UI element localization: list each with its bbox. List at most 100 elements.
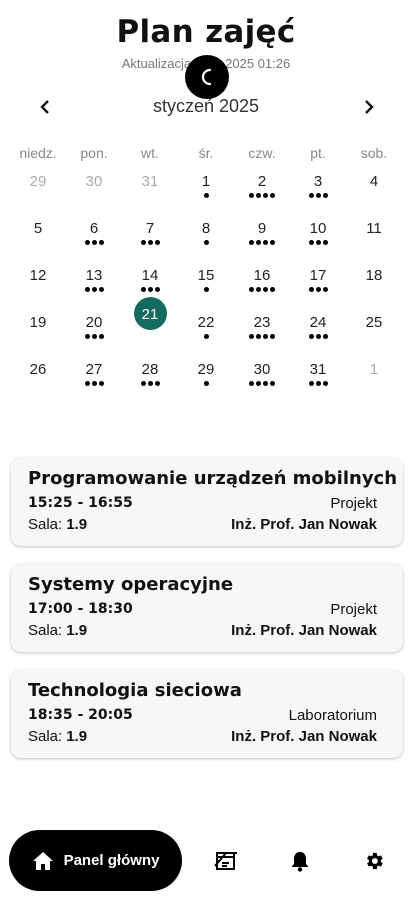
- event-dot: [154, 381, 160, 386]
- home-nav-button[interactable]: Panel główny: [9, 830, 182, 891]
- event-dot: [322, 334, 328, 339]
- class-card[interactable]: Technologia sieciowa 18:35 - 20:05 Labor…: [11, 670, 403, 758]
- weekday-label: wt.: [141, 145, 159, 161]
- month-label: styczeń 2025: [152, 96, 260, 116]
- event-dot: [98, 334, 104, 339]
- calendar-day[interactable]: 1: [178, 164, 234, 211]
- weekday-label: czw.: [248, 145, 276, 161]
- event-dot: [154, 287, 160, 292]
- settings-nav-button[interactable]: [361, 848, 387, 874]
- class-title: Programowanie urządzeń mobilnych: [28, 468, 398, 489]
- event-dot: [91, 334, 97, 339]
- calendar-day[interactable]: 9: [234, 211, 290, 258]
- calendar-day[interactable]: 24: [290, 305, 346, 352]
- calendar-day[interactable]: 30: [234, 352, 290, 399]
- day-number: 2: [257, 173, 267, 190]
- class-card[interactable]: Systemy operacyjne 17:00 - 18:30 Projekt…: [11, 564, 403, 652]
- calendar-day[interactable]: 26: [10, 352, 66, 399]
- day-number: 20: [85, 314, 103, 331]
- calendar-day[interactable]: 16: [234, 258, 290, 305]
- event-dot: [270, 287, 275, 292]
- calendar-week: 5 6 7 8 9 10 11: [10, 211, 402, 258]
- event-dot: [249, 334, 254, 339]
- room-label: Sala:: [28, 516, 63, 533]
- day-number: 27: [85, 361, 103, 378]
- event-dot: [84, 381, 90, 386]
- calendar-day[interactable]: 22: [178, 305, 234, 352]
- calendar-grid: 29 30 31 1 2 3 4 5 6 7 8 9 10 11 12 13 14 15 16 17 18 19 20 21 2…: [10, 164, 402, 399]
- event-indicator-dots: [290, 334, 346, 339]
- weekday-header: niedz. pon. wt. śr. czw. pt. sob.: [10, 145, 402, 161]
- calendar-day[interactable]: 29: [10, 164, 66, 211]
- event-dot: [154, 240, 160, 245]
- calendar-day[interactable]: 28: [122, 352, 178, 399]
- schedule-nav-button[interactable]: [213, 848, 239, 874]
- day-number: 6: [89, 220, 99, 237]
- event-dot: [147, 381, 153, 386]
- weekday-label: pt.: [310, 145, 326, 161]
- day-number: 30: [253, 361, 271, 378]
- room-value: 1.9: [66, 516, 88, 533]
- calendar-day[interactable]: 8: [178, 211, 234, 258]
- event-indicator-dots: [122, 287, 178, 292]
- event-indicator-dots: [234, 381, 290, 386]
- calendar-day[interactable]: 19: [10, 305, 66, 352]
- notifications-nav-button[interactable]: [287, 848, 313, 874]
- class-card[interactable]: Programowanie urządzeń mobilnych 15:25 -…: [11, 458, 403, 546]
- event-dot: [256, 240, 261, 245]
- event-dot: [249, 381, 254, 386]
- event-dot: [308, 381, 314, 386]
- event-dot: [270, 381, 275, 386]
- calendar-day[interactable]: 3: [290, 164, 346, 211]
- event-dot: [308, 334, 314, 339]
- calendar-day[interactable]: 5: [10, 211, 66, 258]
- calendar-day[interactable]: 4: [346, 164, 402, 211]
- calendar-day[interactable]: 25: [346, 305, 402, 352]
- room-value: 1.9: [66, 622, 88, 639]
- calendar-day-selected[interactable]: 21: [122, 297, 178, 352]
- calendar-day[interactable]: 12: [10, 258, 66, 305]
- calendar-day[interactable]: 1: [346, 352, 402, 399]
- calendar-day[interactable]: 11: [346, 211, 402, 258]
- calendar-day[interactable]: 27: [66, 352, 122, 399]
- event-dot: [308, 287, 314, 292]
- bottom-navigation: Panel główny: [0, 830, 412, 892]
- calendar-day[interactable]: 31: [290, 352, 346, 399]
- event-indicator-dots: [66, 287, 122, 292]
- calendar-day[interactable]: 2: [234, 164, 290, 211]
- event-indicator-dots: [234, 240, 290, 245]
- class-type: Projekt: [330, 495, 377, 512]
- loading-spinner-icon: [201, 68, 212, 86]
- event-dot: [308, 193, 314, 198]
- event-indicator-dots: [66, 381, 122, 386]
- calendar-day[interactable]: 31: [122, 164, 178, 211]
- calendar-day[interactable]: 10: [290, 211, 346, 258]
- day-number: 7: [145, 220, 155, 237]
- event-dot: [91, 287, 97, 292]
- calendar-day[interactable]: 13: [66, 258, 122, 305]
- next-month-button[interactable]: [356, 94, 382, 120]
- calendar-day[interactable]: 15: [178, 258, 234, 305]
- gear-icon: [367, 852, 383, 870]
- event-dot: [263, 287, 268, 292]
- calendar-day[interactable]: 29: [178, 352, 234, 399]
- event-dot: [263, 334, 268, 339]
- event-dot: [249, 193, 254, 198]
- calendar-day[interactable]: 30: [66, 164, 122, 211]
- calendar-day[interactable]: 20: [66, 305, 122, 352]
- calendar-day[interactable]: 23: [234, 305, 290, 352]
- event-dot: [147, 240, 153, 245]
- day-number: 19: [29, 314, 47, 331]
- event-dot: [203, 287, 209, 292]
- calendar-day[interactable]: 17: [290, 258, 346, 305]
- calendar-day[interactable]: 6: [66, 211, 122, 258]
- event-dot: [322, 193, 328, 198]
- calendar-day[interactable]: 7: [122, 211, 178, 258]
- event-indicator-dots: [290, 240, 346, 245]
- room-value: 1.9: [66, 728, 88, 745]
- event-dot: [98, 240, 104, 245]
- class-room: Sala: 1.9: [28, 516, 87, 533]
- home-icon: [32, 851, 53, 870]
- event-dot: [263, 193, 268, 198]
- calendar-day[interactable]: 18: [346, 258, 402, 305]
